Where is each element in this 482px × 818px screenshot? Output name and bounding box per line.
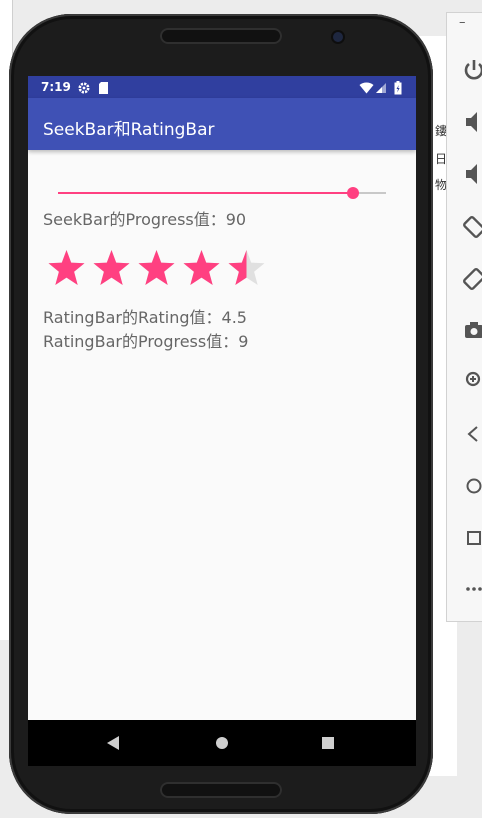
rating-value-text: RatingBar的Rating值：4.5	[43, 308, 247, 327]
battery-icon	[394, 80, 402, 99]
app-bar: SeekBar和RatingBar	[28, 98, 416, 150]
top-speaker	[160, 28, 282, 44]
wifi-icon	[359, 80, 374, 99]
device-screen: 7:19 SeekBar和RatingBar SeekBar的Progress值…	[28, 76, 416, 720]
navigation-bar	[28, 720, 416, 766]
nav-home-icon[interactable]	[215, 735, 229, 755]
seekbar[interactable]	[58, 184, 386, 202]
signal-icon	[375, 80, 387, 99]
overview-icon[interactable]	[463, 525, 482, 551]
seekbar-thumb[interactable]	[347, 187, 360, 199]
home-icon[interactable]	[463, 473, 482, 499]
emulator-toolbar: –	[446, 12, 482, 622]
rating-star[interactable]	[134, 248, 179, 288]
rating-star[interactable]	[179, 248, 224, 288]
bottom-speaker	[160, 782, 282, 798]
back-icon[interactable]	[463, 421, 482, 447]
seekbar-progress	[58, 192, 354, 194]
volume-down-icon[interactable]	[463, 161, 482, 187]
sd-card-icon	[98, 80, 110, 99]
front-camera	[333, 32, 343, 42]
rating-progress-text: RatingBar的Progress值：9	[43, 332, 249, 351]
minimize-button[interactable]: –	[459, 15, 466, 30]
zoom-icon[interactable]	[463, 367, 482, 393]
rotate-left-icon[interactable]	[463, 213, 482, 239]
nav-recents-icon[interactable]	[321, 735, 335, 755]
status-bar: 7:19	[28, 76, 416, 98]
camera-icon[interactable]	[463, 317, 482, 343]
app-title: SeekBar和RatingBar	[43, 120, 215, 140]
rating-star[interactable]	[44, 248, 89, 288]
more-icon[interactable]	[463, 575, 482, 601]
nav-back-icon[interactable]	[106, 735, 120, 755]
settings-icon	[77, 80, 91, 99]
status-time: 7:19	[41, 80, 71, 94]
seekbar-progress-text: SeekBar的Progress值：90	[43, 210, 247, 229]
rotate-right-icon[interactable]	[463, 265, 482, 291]
volume-up-icon[interactable]	[463, 109, 482, 135]
rating-star[interactable]	[89, 248, 134, 288]
power-icon[interactable]	[463, 57, 482, 83]
rating-star[interactable]	[224, 248, 269, 288]
ratingbar[interactable]	[44, 248, 269, 288]
